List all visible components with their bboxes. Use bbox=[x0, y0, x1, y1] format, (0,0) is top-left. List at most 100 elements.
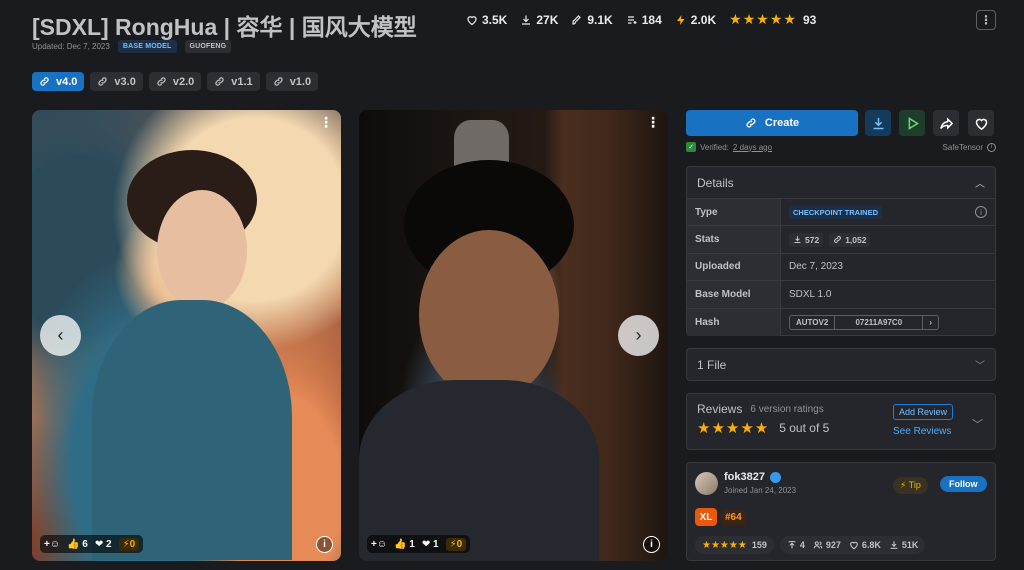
gallery-image-card[interactable]: ⋮ ‹ +☺ 👍 6 ❤ 2 ⚡0 i bbox=[32, 110, 341, 561]
star-rating: ★★★★★ bbox=[702, 539, 747, 551]
link-icon bbox=[40, 77, 49, 86]
chevron-left-icon: ‹ bbox=[57, 325, 64, 345]
star-icon: ★ bbox=[783, 11, 796, 27]
thumbs-up-reaction[interactable]: 👍 6 bbox=[67, 539, 88, 550]
download-icon bbox=[794, 236, 801, 244]
heart-icon bbox=[975, 118, 987, 130]
star-icon: ★ bbox=[769, 11, 783, 27]
like-button[interactable] bbox=[968, 110, 994, 136]
link-icon bbox=[746, 118, 756, 128]
follow-button[interactable]: Follow bbox=[940, 476, 987, 492]
download-icon bbox=[873, 117, 883, 129]
info-icon: i bbox=[650, 539, 653, 550]
version-tab-v4[interactable]: v4.0 bbox=[32, 72, 85, 91]
reviews-title: Reviews bbox=[697, 402, 743, 416]
updated-date: Updated: Dec 7, 2023 bbox=[32, 42, 110, 51]
version-tab-v1-1[interactable]: v1.1 bbox=[207, 72, 260, 91]
base-model-badge[interactable]: BASE MODEL bbox=[117, 40, 177, 53]
add-reaction-button[interactable]: +☺ bbox=[44, 539, 60, 550]
upload-icon bbox=[788, 541, 796, 549]
image-info-button[interactable]: i bbox=[316, 536, 333, 553]
info-icon[interactable]: i bbox=[987, 142, 996, 152]
verification-row: ✓ Verified: 2 days ago SafeTensor i bbox=[686, 142, 996, 152]
users-icon bbox=[813, 541, 823, 549]
download-button[interactable] bbox=[865, 110, 891, 136]
creator-stats-chip: 4 927 6.8K 51K bbox=[779, 536, 926, 554]
reviews-panel: Reviews 6 version ratings ★★★★★ 5 out of… bbox=[686, 393, 996, 450]
creator-rank: XL #64 bbox=[695, 508, 746, 526]
version-tab-v3[interactable]: v3.0 bbox=[90, 72, 143, 91]
page-title: [SDXL] RongHua | 容华 | 国风大模型 bbox=[32, 14, 417, 40]
tag-badge[interactable]: GUOFENG bbox=[184, 40, 232, 53]
verified-time-link[interactable]: 2 days ago bbox=[733, 143, 772, 152]
type-badge: CHECKPOINT TRAINED bbox=[789, 205, 883, 219]
info-icon: i bbox=[323, 539, 326, 550]
gallery-image-card[interactable]: ⋮ › +☺ 👍 1 ❤ 1 ⚡0 i bbox=[359, 110, 668, 561]
image-options-button[interactable]: ⋮ bbox=[646, 115, 660, 129]
image-options-button[interactable]: ⋮ bbox=[319, 115, 333, 129]
verified-check-icon: ✓ bbox=[686, 142, 696, 152]
carousel-prev-button[interactable]: ‹ bbox=[40, 315, 81, 356]
chevron-down-icon[interactable]: ﹀ bbox=[972, 416, 983, 432]
link-icon bbox=[834, 236, 842, 243]
image-reactions: +☺ 👍 6 ❤ 2 ⚡0 bbox=[40, 535, 144, 553]
rank-badge: #64 bbox=[721, 509, 746, 525]
version-tab-v1[interactable]: v1.0 bbox=[265, 72, 319, 91]
see-reviews-link[interactable]: See Reviews bbox=[893, 426, 951, 437]
tip-button[interactable]: ⚡ Tip bbox=[893, 477, 928, 494]
details-row-type: Type CHECKPOINT TRAINED i bbox=[687, 199, 995, 227]
create-button[interactable]: Create bbox=[686, 110, 858, 136]
play-icon bbox=[908, 116, 919, 130]
run-button[interactable] bbox=[899, 110, 925, 136]
thumbs-up-reaction[interactable]: 👍 1 bbox=[394, 539, 415, 550]
star-icon: ★ bbox=[756, 11, 769, 27]
collections-stat: 184 bbox=[626, 13, 662, 27]
reviews-count: 6 version ratings bbox=[750, 403, 824, 415]
details-row-hash: Hash AUTOV2 07211A97C0 › bbox=[687, 308, 995, 336]
heart-icon bbox=[467, 15, 477, 25]
info-icon[interactable]: i bbox=[975, 206, 987, 219]
details-panel: Details ︿ Type CHECKPOINT TRAINED i Stat… bbox=[686, 166, 996, 336]
files-accordion[interactable]: 1 File ﹀ bbox=[686, 348, 996, 381]
chevron-up-icon: ︿ bbox=[975, 179, 985, 190]
rating-stat: ★ ★ ★ ★ ★ 93 bbox=[729, 11, 817, 27]
brush-icon bbox=[572, 14, 582, 25]
review-score: 5 out of 5 bbox=[779, 421, 830, 435]
chevron-right-icon: › bbox=[635, 325, 642, 345]
carousel-next-button[interactable]: › bbox=[618, 315, 659, 356]
hash-field[interactable]: AUTOV2 07211A97C0 › bbox=[789, 314, 939, 330]
version-generations-stat: 1,052 bbox=[829, 232, 871, 247]
add-reaction-button[interactable]: +☺ bbox=[371, 539, 387, 550]
avatar[interactable] bbox=[695, 471, 718, 495]
xl-badge-icon: XL bbox=[695, 508, 717, 526]
heart-reaction[interactable]: ❤ 2 bbox=[95, 539, 112, 550]
creator-rating-chip: ★★★★★ 159 bbox=[695, 536, 774, 554]
review-stars: ★★★★★ bbox=[697, 420, 770, 437]
version-tab-v2[interactable]: v2.0 bbox=[148, 72, 202, 91]
image-info-button[interactable]: i bbox=[643, 536, 660, 553]
link-icon bbox=[157, 77, 166, 86]
file-format-label: SafeTensor bbox=[942, 142, 983, 152]
more-options-button[interactable]: ⋮ bbox=[976, 10, 996, 30]
kebab-icon: ⋮ bbox=[980, 13, 992, 27]
chevron-down-icon: ﹀ bbox=[975, 361, 985, 372]
buzz-tip-button[interactable]: ⚡0 bbox=[445, 537, 467, 551]
chevron-right-icon: › bbox=[929, 317, 932, 327]
version-tabs: v4.0 v3.0 v2.0 v1.1 v1.0 bbox=[32, 72, 319, 91]
details-header[interactable]: Details ︿ bbox=[687, 167, 995, 199]
details-row-stats: Stats 572 1,052 bbox=[687, 226, 995, 254]
buzz-tip-button[interactable]: ⚡0 bbox=[118, 537, 140, 551]
buzz-stat: 2.0K bbox=[675, 13, 716, 27]
creator-username[interactable]: fok3827 bbox=[724, 471, 765, 483]
share-button[interactable] bbox=[933, 110, 959, 136]
add-review-button[interactable]: Add Review bbox=[893, 404, 954, 420]
link-icon bbox=[215, 77, 224, 86]
star-icon: ★ bbox=[742, 11, 756, 27]
generations-stat: 9.1K bbox=[571, 13, 613, 27]
details-row-uploaded: Uploaded Dec 7, 2023 bbox=[687, 253, 995, 282]
creator-joined: Joined Jan 24, 2023 bbox=[724, 486, 797, 495]
star-icon: ★ bbox=[729, 11, 742, 27]
details-row-base-model: Base Model SDXL 1.0 bbox=[687, 281, 995, 309]
heart-reaction[interactable]: ❤ 1 bbox=[422, 539, 439, 550]
bolt-icon bbox=[676, 14, 685, 25]
